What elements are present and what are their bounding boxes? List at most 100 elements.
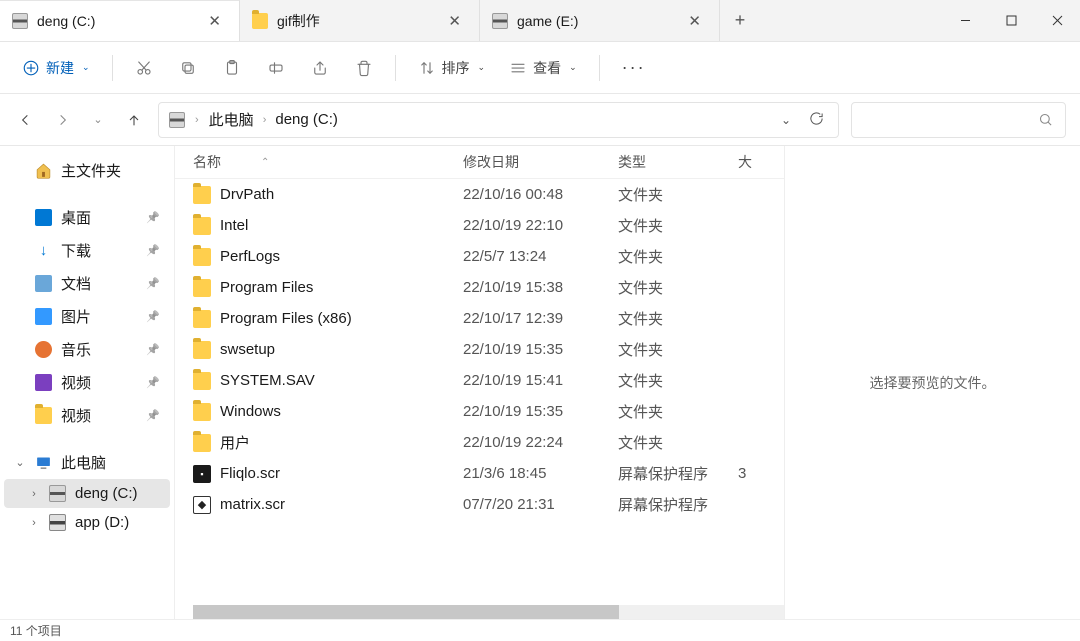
blue-icon	[35, 209, 52, 226]
close-tab-icon[interactable]: ✕	[202, 10, 227, 32]
file-row[interactable]: Program Files (x86)22/10/17 12:39文件夹	[175, 303, 784, 334]
file-type: 屏幕保护程序	[618, 463, 738, 484]
window-tab-strip: deng (C:)✕gif制作✕ game (E:) ✕ +	[0, 0, 1080, 42]
file-row[interactable]: Windows22/10/19 15:35文件夹	[175, 396, 784, 427]
sort-button[interactable]: 排序 ⌄	[408, 52, 496, 84]
sidebar-item-label: 下载	[61, 240, 91, 261]
file-name: Program Files	[220, 279, 463, 296]
view-button[interactable]: 查看 ⌄	[499, 52, 587, 84]
sidebar-item-label: 文档	[61, 273, 91, 294]
file-date: 22/10/19 15:41	[463, 372, 618, 389]
sidebar-quick-item[interactable]: 图片📌	[4, 300, 170, 333]
sidebar-this-pc[interactable]: ⌄ 此电脑	[4, 446, 170, 479]
file-row[interactable]: ▪Fliqlo.scr21/3/6 18:45屏幕保护程序3	[175, 458, 784, 489]
file-type: 文件夹	[618, 370, 738, 391]
file-row[interactable]: DrvPath22/10/16 00:48文件夹	[175, 179, 784, 210]
cut-button[interactable]	[125, 53, 163, 83]
folder-icon	[193, 403, 211, 421]
pin-icon: 📌	[146, 343, 160, 356]
file-name: DrvPath	[220, 186, 463, 203]
search-box[interactable]	[851, 102, 1066, 138]
file-row[interactable]: Program Files22/10/19 15:38文件夹	[175, 272, 784, 303]
folder-icon	[193, 248, 211, 266]
file-date: 21/3/6 18:45	[463, 465, 618, 482]
chevron-down-icon: ⌄	[569, 62, 577, 73]
more-button[interactable]: ···	[612, 51, 656, 84]
breadcrumb-segment[interactable]: 此电脑	[209, 109, 254, 130]
expand-icon[interactable]: ⌄	[14, 456, 26, 469]
forward-button[interactable]	[50, 108, 74, 132]
sidebar-quick-item[interactable]: 视频📌	[4, 399, 170, 432]
close-button[interactable]	[1034, 0, 1080, 41]
sidebar-item-label: deng (C:)	[75, 485, 138, 502]
expand-icon[interactable]: ›	[28, 517, 40, 529]
file-row[interactable]: SYSTEM.SAV22/10/19 15:41文件夹	[175, 365, 784, 396]
folder-icon	[193, 217, 211, 235]
file-type: 文件夹	[618, 432, 738, 453]
file-row[interactable]: 用户22/10/19 22:24文件夹	[175, 427, 784, 458]
share-button[interactable]	[301, 53, 339, 83]
rename-button[interactable]	[257, 53, 295, 83]
sidebar-home[interactable]: 主文件夹	[4, 154, 170, 187]
horizontal-scrollbar[interactable]	[193, 605, 784, 619]
sidebar-quick-item[interactable]: 桌面📌	[4, 201, 170, 234]
sidebar-quick-item[interactable]: 音乐📌	[4, 333, 170, 366]
column-header-size[interactable]: 大	[738, 152, 784, 172]
window-tab[interactable]: game (E:) ✕	[480, 0, 720, 41]
address-history-dropdown[interactable]: ⌄	[777, 109, 795, 131]
file-type: 文件夹	[618, 184, 738, 205]
delete-button[interactable]	[345, 53, 383, 83]
file-type: 文件夹	[618, 308, 738, 329]
new-button[interactable]: 新建 ⌄	[12, 52, 100, 84]
folder-icon	[193, 279, 211, 297]
music-icon	[35, 341, 52, 358]
window-tab[interactable]: gif制作✕	[240, 0, 480, 41]
tab-label: game (E:)	[517, 13, 673, 29]
preview-placeholder: 选择要预览的文件。	[870, 373, 996, 393]
address-row: ⌄ › 此电脑 › deng (C:) ⌄	[0, 94, 1080, 146]
file-date: 22/10/19 22:10	[463, 217, 618, 234]
paste-button[interactable]	[213, 53, 251, 83]
pin-icon: 📌	[146, 376, 160, 389]
file-date: 22/10/19 15:38	[463, 279, 618, 296]
sidebar-drive-item[interactable]: ›app (D:)	[4, 508, 170, 537]
new-tab-button[interactable]: +	[720, 0, 760, 41]
refresh-button[interactable]	[805, 107, 828, 133]
search-icon	[1038, 112, 1053, 127]
column-header-type[interactable]: 类型	[618, 152, 738, 172]
file-row[interactable]: ◆matrix.scr07/7/20 21:31屏幕保护程序	[175, 489, 784, 520]
window-tab[interactable]: deng (C:)✕	[0, 0, 240, 41]
file-type: 文件夹	[618, 277, 738, 298]
sidebar-quick-item[interactable]: 文档📌	[4, 267, 170, 300]
recent-dropdown[interactable]: ⌄	[86, 108, 110, 132]
expand-icon[interactable]: ›	[28, 488, 40, 500]
sidebar-drive-item[interactable]: › deng (C:)	[4, 479, 170, 508]
file-type: 文件夹	[618, 339, 738, 360]
file-row[interactable]: Intel22/10/19 22:10文件夹	[175, 210, 784, 241]
close-tab-icon[interactable]: ✕	[682, 10, 707, 32]
column-header-date[interactable]: 修改日期	[463, 152, 618, 172]
sidebar-quick-item[interactable]: 视频📌	[4, 366, 170, 399]
file-list: DrvPath22/10/16 00:48文件夹Intel22/10/19 22…	[175, 179, 784, 605]
breadcrumb: 此电脑 › deng (C:)	[209, 109, 767, 130]
address-bar[interactable]: › 此电脑 › deng (C:) ⌄	[158, 102, 839, 138]
scrollbar-thumb[interactable]	[193, 605, 619, 619]
chevron-down-icon: ⌄	[478, 62, 486, 73]
close-tab-icon[interactable]: ✕	[442, 10, 467, 32]
breadcrumb-segment[interactable]: deng (C:)	[275, 111, 338, 128]
minimize-button[interactable]	[942, 0, 988, 41]
back-button[interactable]	[14, 108, 38, 132]
sidebar-item-label: 此电脑	[61, 452, 106, 473]
main-area: 主文件夹 桌面📌↓下载📌文档📌图片📌音乐📌视频📌视频📌 ⌄ 此电脑 ›deng …	[0, 146, 1080, 619]
maximize-button[interactable]	[988, 0, 1034, 41]
file-type: 文件夹	[618, 401, 738, 422]
column-header-name[interactable]: 名称⌃	[193, 152, 463, 172]
doc-icon	[35, 275, 52, 292]
sort-indicator-icon: ⌃	[261, 157, 269, 168]
sidebar-quick-item[interactable]: ↓下载📌	[4, 234, 170, 267]
file-row[interactable]: swsetup22/10/19 15:35文件夹	[175, 334, 784, 365]
file-row[interactable]: PerfLogs22/5/7 13:24文件夹	[175, 241, 784, 272]
up-button[interactable]	[122, 108, 146, 132]
copy-button[interactable]	[169, 53, 207, 83]
folder-icon	[193, 372, 211, 390]
